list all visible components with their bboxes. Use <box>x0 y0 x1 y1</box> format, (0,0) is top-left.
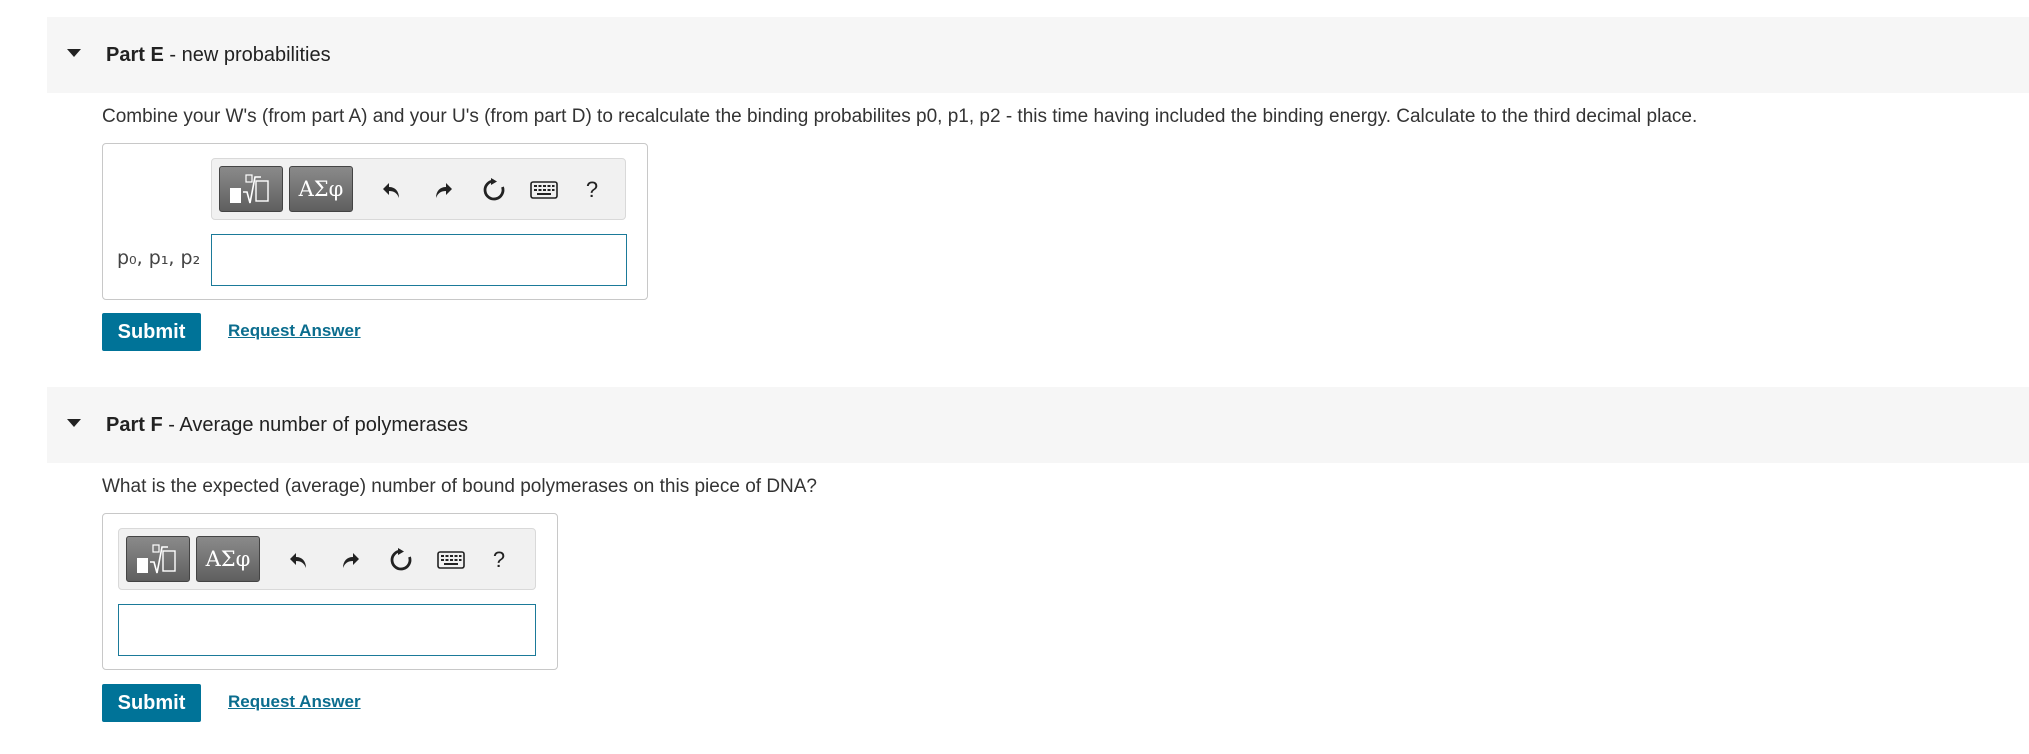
part-f-title: Part F - Average number of polymerases <box>106 387 468 463</box>
reset-button[interactable] <box>384 543 418 577</box>
answer-input[interactable] <box>211 234 627 286</box>
math-toolbar: ΑΣφ ? <box>211 158 626 220</box>
templates-icon <box>230 174 269 204</box>
help-label: ? <box>492 547 506 572</box>
question-text: Combine your W's (from part A) and your … <box>102 106 1698 127</box>
answer-box: ΑΣφ <box>102 513 558 670</box>
submit-button[interactable]: Submit <box>102 684 201 722</box>
undo-button[interactable] <box>282 543 316 577</box>
templates-button[interactable] <box>219 166 283 212</box>
collapse-caret-icon[interactable] <box>67 419 81 427</box>
redo-icon <box>436 183 452 198</box>
part-title-text: new probabilities <box>181 44 331 66</box>
part-f-header[interactable]: Part F - Average number of polymerases <box>47 387 2029 463</box>
symbols-button[interactable]: ΑΣφ <box>289 166 353 212</box>
undo-icon <box>383 183 399 198</box>
keyboard-button[interactable] <box>527 173 561 207</box>
reset-button[interactable] <box>477 173 511 207</box>
math-toolbar: ΑΣφ ? <box>118 528 536 590</box>
part-title-text: Average number of polymerases <box>179 414 469 436</box>
redo-icon <box>343 553 359 568</box>
answer-label: p₀, p₁, p₂ <box>117 247 201 269</box>
keyboard-icon <box>437 551 465 569</box>
part-label: Part F <box>106 414 163 436</box>
undo-icon <box>290 553 306 568</box>
symbols-label: ΑΣφ <box>205 547 251 571</box>
redo-button[interactable] <box>426 173 460 207</box>
help-label: ? <box>585 177 599 202</box>
collapse-caret-icon[interactable] <box>67 49 81 57</box>
part-label: Part E <box>106 44 164 66</box>
templates-icon <box>137 544 176 574</box>
question-text: What is the expected (average) number of… <box>102 476 817 497</box>
part-e-header[interactable]: Part E - new probabilities <box>47 17 2029 93</box>
part-e-title: Part E - new probabilities <box>106 17 331 93</box>
request-answer-link[interactable]: Request Answer <box>228 321 361 341</box>
help-button[interactable]: ? <box>484 543 514 577</box>
redo-button[interactable] <box>333 543 367 577</box>
symbols-button[interactable]: ΑΣφ <box>196 536 260 582</box>
keyboard-icon <box>530 181 558 199</box>
answer-box: ΑΣφ <box>102 143 648 300</box>
help-button[interactable]: ? <box>577 173 607 207</box>
title-separator: - <box>162 414 180 436</box>
request-answer-link[interactable]: Request Answer <box>228 692 361 712</box>
title-separator: - <box>163 44 182 66</box>
keyboard-button[interactable] <box>434 543 468 577</box>
reset-icon <box>483 178 505 201</box>
symbols-label: ΑΣφ <box>298 177 344 201</box>
templates-button[interactable] <box>126 536 190 582</box>
reset-icon <box>390 548 412 571</box>
submit-button[interactable]: Submit <box>102 313 201 351</box>
answer-input[interactable] <box>118 604 536 656</box>
undo-button[interactable] <box>375 173 409 207</box>
